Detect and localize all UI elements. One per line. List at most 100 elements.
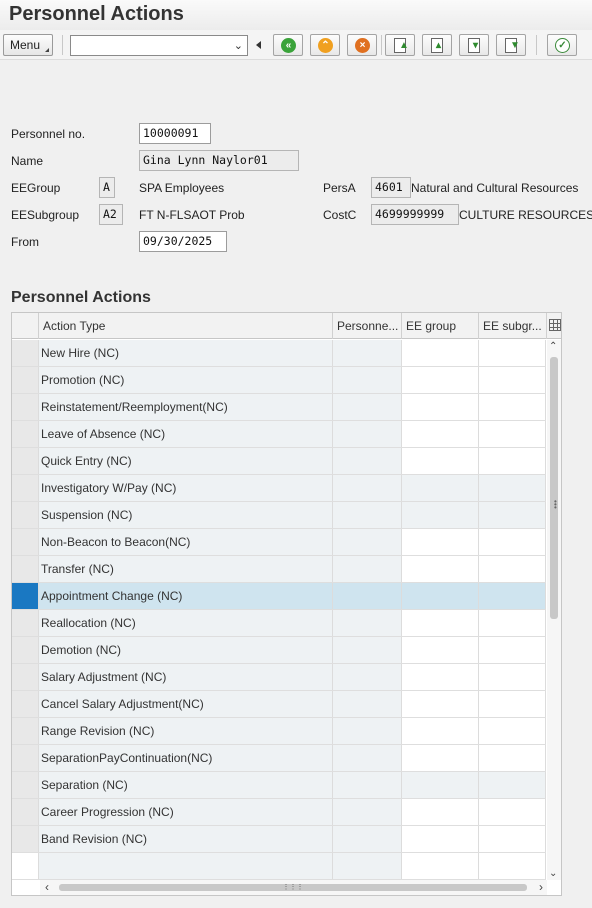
ee-subgroup-cell[interactable] [479, 637, 546, 663]
menu-button[interactable]: Menu [3, 34, 53, 56]
previous-page-button[interactable]: ▴ [422, 34, 452, 56]
cancel-button[interactable]: × [347, 34, 377, 56]
row-selector[interactable] [12, 367, 39, 393]
ee-group-cell[interactable] [402, 421, 479, 447]
next-page-button[interactable]: ▾ [459, 34, 489, 56]
table-row[interactable]: Demotion (NC) [12, 637, 546, 664]
from-date-field[interactable]: 09/30/2025 [139, 231, 227, 252]
vertical-scroll-thumb[interactable]: • • • [550, 357, 558, 619]
ee-subgroup-cell[interactable] [479, 691, 546, 717]
ee-group-cell[interactable] [402, 448, 479, 474]
row-selector[interactable] [12, 826, 39, 852]
table-row[interactable] [12, 853, 546, 880]
chevron-up-icon[interactable]: ⌃ [549, 341, 557, 352]
horizontal-scrollbar[interactable]: ‹ ⋮⋮⋮ › [40, 880, 547, 895]
ee-subgroup-cell[interactable] [479, 448, 546, 474]
ee-group-cell[interactable] [402, 745, 479, 771]
ee-subgroup-cell[interactable] [479, 367, 546, 393]
ee-subgroup-cell[interactable] [479, 556, 546, 582]
ee-subgroup-cell[interactable] [479, 799, 546, 825]
row-selector[interactable] [12, 394, 39, 420]
row-selector[interactable] [12, 475, 39, 501]
table-row[interactable]: Career Progression (NC) [12, 799, 546, 826]
vertical-scrollbar[interactable]: ⌃ • • • ⌄ [547, 340, 561, 880]
row-selector[interactable] [12, 772, 39, 798]
personnel-no-field[interactable]: 10000091 [139, 123, 211, 144]
table-row[interactable]: Quick Entry (NC) [12, 448, 546, 475]
ee-group-cell[interactable] [402, 529, 479, 555]
ee-subgroup-cell[interactable] [479, 718, 546, 744]
ee-subgroup-cell[interactable] [479, 394, 546, 420]
ee-group-cell[interactable] [402, 826, 479, 852]
ee-group-cell[interactable] [402, 853, 479, 879]
ee-group-cell[interactable] [402, 340, 479, 366]
ee-group-cell[interactable] [402, 367, 479, 393]
first-page-button[interactable]: ▲ [385, 34, 415, 56]
ee-group-cell[interactable] [402, 718, 479, 744]
row-selector[interactable] [12, 718, 39, 744]
column-header-ee-group[interactable]: EE group [402, 313, 479, 339]
row-selector[interactable] [12, 529, 39, 555]
table-row[interactable]: Band Revision (NC) [12, 826, 546, 853]
row-selector[interactable] [12, 583, 39, 609]
ee-subgroup-cell[interactable] [479, 853, 546, 879]
column-header-personnel[interactable]: Personne... [333, 313, 402, 339]
ee-subgroup-cell[interactable] [479, 610, 546, 636]
chevron-left-icon[interactable]: ‹ [45, 880, 49, 895]
column-header-ee-subgroup[interactable]: EE subgr... [479, 313, 547, 339]
row-selector[interactable] [12, 637, 39, 663]
table-row[interactable]: Salary Adjustment (NC) [12, 664, 546, 691]
ee-group-cell[interactable] [402, 610, 479, 636]
row-selector[interactable] [12, 664, 39, 690]
chevron-down-icon[interactable]: ⌄ [549, 868, 557, 879]
ee-subgroup-cell[interactable] [479, 340, 546, 366]
table-row[interactable]: Reinstatement/Reemployment(NC) [12, 394, 546, 421]
row-selector[interactable] [12, 502, 39, 528]
ee-subgroup-cell[interactable] [479, 583, 546, 609]
table-row[interactable]: Suspension (NC) [12, 502, 546, 529]
ee-subgroup-cell[interactable] [479, 529, 546, 555]
command-field[interactable]: ⌄ [70, 35, 248, 56]
table-row[interactable]: Appointment Change (NC) [12, 583, 546, 610]
chevron-down-icon[interactable]: ⌄ [234, 39, 243, 52]
chevron-right-icon[interactable]: › [539, 880, 543, 895]
row-selector[interactable] [12, 691, 39, 717]
ee-group-cell[interactable] [402, 394, 479, 420]
row-selector[interactable] [12, 610, 39, 636]
ee-subgroup-cell[interactable] [479, 421, 546, 447]
row-selector[interactable] [12, 799, 39, 825]
table-row[interactable]: Promotion (NC) [12, 367, 546, 394]
table-row[interactable]: Cancel Salary Adjustment(NC) [12, 691, 546, 718]
execute-button[interactable]: ✓ [547, 34, 577, 56]
ee-group-cell[interactable] [402, 583, 479, 609]
ee-subgroup-cell[interactable] [479, 745, 546, 771]
ee-group-cell[interactable] [402, 556, 479, 582]
table-row[interactable]: New Hire (NC) [12, 340, 546, 367]
table-row[interactable]: Separation (NC) [12, 772, 546, 799]
table-row[interactable]: Transfer (NC) [12, 556, 546, 583]
select-all-header[interactable] [12, 313, 39, 339]
collapse-triangle-icon[interactable] [256, 41, 261, 49]
table-row[interactable]: Non-Beacon to Beacon(NC) [12, 529, 546, 556]
row-selector[interactable] [12, 556, 39, 582]
exit-button[interactable]: ⌃ [310, 34, 340, 56]
row-selector[interactable] [12, 340, 39, 366]
column-header-action-type[interactable]: Action Type [39, 313, 333, 339]
row-selector[interactable] [12, 448, 39, 474]
ee-subgroup-cell[interactable] [479, 664, 546, 690]
ee-group-cell[interactable] [402, 637, 479, 663]
ee-group-cell[interactable] [402, 664, 479, 690]
table-row[interactable]: Leave of Absence (NC) [12, 421, 546, 448]
row-selector[interactable] [12, 745, 39, 771]
table-row[interactable]: SeparationPayContinuation(NC) [12, 745, 546, 772]
horizontal-scroll-thumb[interactable]: ⋮⋮⋮ [59, 884, 527, 891]
back-button[interactable]: « [273, 34, 303, 56]
ee-group-cell[interactable] [402, 691, 479, 717]
table-row[interactable]: Reallocation (NC) [12, 610, 546, 637]
ee-subgroup-cell[interactable] [479, 826, 546, 852]
table-row[interactable]: Range Revision (NC) [12, 718, 546, 745]
table-settings-icon[interactable] [549, 319, 561, 331]
last-page-button[interactable]: ▼ [496, 34, 526, 56]
table-row[interactable]: Investigatory W/Pay (NC) [12, 475, 546, 502]
row-selector[interactable] [12, 853, 39, 879]
